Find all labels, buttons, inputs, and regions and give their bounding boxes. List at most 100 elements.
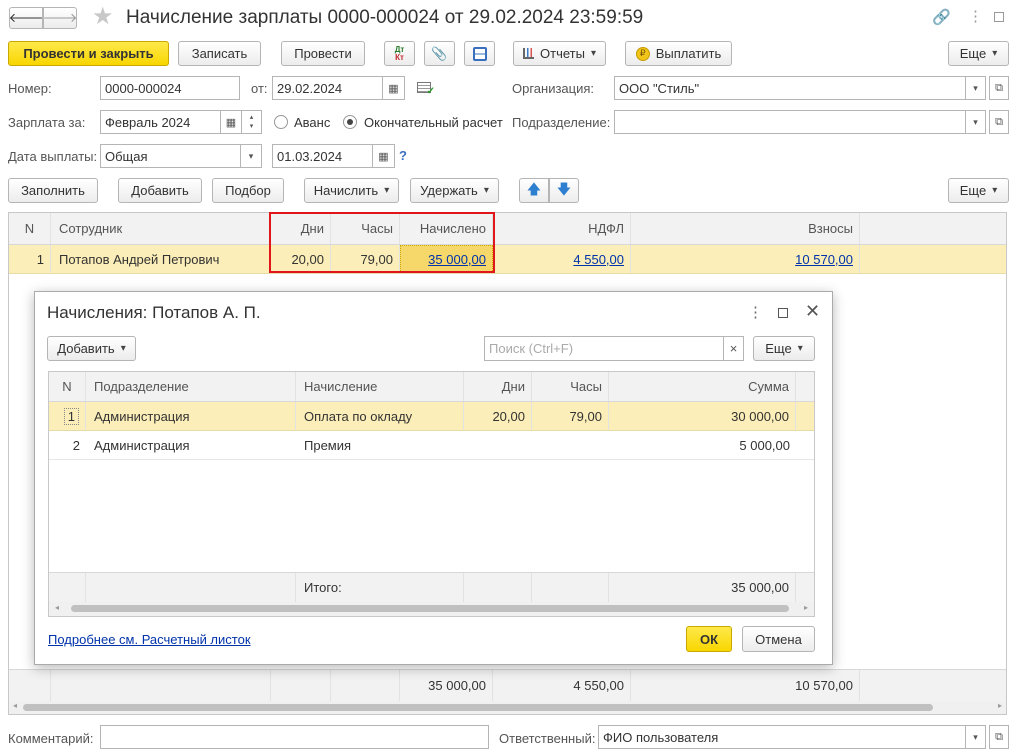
link-icon[interactable]: 🔗: [932, 8, 951, 26]
paydate-calendar-button[interactable]: ▦: [373, 144, 395, 168]
drow-hours[interactable]: 79,00: [532, 402, 609, 430]
drow-hours[interactable]: [532, 431, 609, 459]
responsible-dropdown[interactable]: ▾: [966, 725, 986, 749]
save-button[interactable]: Записать: [178, 41, 261, 66]
month-spinner[interactable]: ▴ ▾: [242, 110, 262, 134]
paytype-field[interactable]: Общая: [100, 144, 241, 168]
dcol-days[interactable]: Дни: [464, 372, 532, 401]
col-contrib[interactable]: Взносы: [631, 213, 860, 244]
ok-button[interactable]: ОК: [686, 626, 732, 652]
calendar-button[interactable]: ▦: [383, 76, 405, 100]
drow-dept[interactable]: Администрация: [86, 402, 296, 430]
month-field[interactable]: Февраль 2024: [100, 110, 221, 134]
col-employee[interactable]: Сотрудник: [51, 213, 271, 244]
dcol-sum[interactable]: Сумма: [609, 372, 796, 401]
add-button[interactable]: Добавить: [118, 178, 202, 203]
comment-field[interactable]: [100, 725, 489, 749]
organization-open[interactable]: ⧉: [989, 76, 1009, 100]
department-open[interactable]: ⧉: [989, 110, 1009, 134]
responsible-open[interactable]: ⧉: [989, 725, 1009, 749]
post-and-close-button[interactable]: Провести и закрыть: [8, 41, 169, 66]
month-calendar-button[interactable]: ▦: [221, 110, 242, 134]
row-accrued-link[interactable]: 35 000,00: [428, 252, 486, 267]
col-hours[interactable]: Часы: [331, 213, 400, 244]
drow-accrual[interactable]: Оплата по окладу: [296, 402, 464, 430]
table-scrollbar[interactable]: ◂ ▸: [9, 701, 1006, 714]
department-dropdown[interactable]: ▾: [966, 110, 986, 134]
dialog-search-clear[interactable]: ×: [723, 336, 744, 361]
forward-button[interactable]: 🡒: [43, 7, 77, 29]
move-up-button[interactable]: 🡅: [519, 178, 549, 203]
drow-sum[interactable]: 30 000,00: [609, 402, 796, 430]
final-radio[interactable]: [343, 115, 357, 129]
drow-accrual[interactable]: Премия: [296, 431, 464, 459]
move-down-button[interactable]: 🡇: [549, 178, 579, 203]
dialog-menu-icon[interactable]: ⋮: [748, 303, 763, 321]
row-hours[interactable]: 79,00: [331, 245, 400, 273]
structure-button[interactable]: [464, 41, 495, 66]
dialog-more-menu[interactable]: Еще: [753, 336, 815, 361]
cancel-button[interactable]: Отмена: [742, 626, 815, 652]
dfoot-total-label: Итого:: [296, 573, 464, 602]
dialog-search-input[interactable]: Поиск (Ctrl+F): [484, 336, 724, 361]
row-days[interactable]: 20,00: [271, 245, 331, 273]
row-ndfl-link[interactable]: 4 550,00: [573, 252, 624, 267]
payslip-link[interactable]: Подробнее см. Расчетный листок: [48, 632, 251, 647]
department-field[interactable]: [614, 110, 966, 134]
col-accrued[interactable]: Начислено: [400, 213, 493, 244]
dialog-maximize-icon[interactable]: [778, 308, 788, 318]
responsible-field[interactable]: ФИО пользователя: [598, 725, 966, 749]
dcol-hours[interactable]: Часы: [532, 372, 609, 401]
table-row[interactable]: 1 Потапов Андрей Петрович 20,00 79,00 35…: [9, 245, 1006, 274]
row-accrued-cell[interactable]: 35 000,00: [400, 245, 493, 273]
col-ndfl[interactable]: НДФЛ: [493, 213, 631, 244]
chevron-down-icon: ▾: [248, 150, 254, 161]
col-n[interactable]: N: [9, 213, 51, 244]
dialog-table-row[interactable]: 1 Администрация Оплата по окладу 20,00 7…: [49, 402, 814, 431]
footer-hours: [331, 670, 400, 701]
reports-menu[interactable]: Отчеты: [513, 41, 606, 66]
pay-button[interactable]: ₽ Выплатить: [625, 41, 732, 66]
attach-button[interactable]: 📎: [424, 41, 455, 66]
withhold-menu[interactable]: Удержать: [410, 178, 499, 203]
post-button[interactable]: Провести: [281, 41, 365, 66]
date-field[interactable]: 29.02.2024: [272, 76, 383, 100]
paydate-field[interactable]: 01.03.2024: [272, 144, 373, 168]
paytype-dropdown[interactable]: ▾: [241, 144, 262, 168]
scroll-thumb[interactable]: [23, 704, 933, 711]
menu-dots-icon[interactable]: ⋮: [968, 7, 983, 25]
back-button[interactable]: 🡐: [9, 7, 43, 29]
maximize-icon[interactable]: [994, 12, 1004, 22]
organization-field[interactable]: ООО "Стиль": [614, 76, 966, 100]
dialog-scroll-thumb[interactable]: [71, 605, 789, 612]
dialog-add-menu[interactable]: Добавить: [47, 336, 136, 361]
number-field[interactable]: 0000-000024: [100, 76, 240, 100]
dcol-n[interactable]: N: [49, 372, 86, 401]
advance-radio[interactable]: [274, 115, 288, 129]
organization-dropdown[interactable]: ▾: [966, 76, 986, 100]
dcol-accrual[interactable]: Начисление: [296, 372, 464, 401]
dialog-close-icon[interactable]: ✕: [805, 301, 820, 322]
more-menu-table[interactable]: Еще: [948, 178, 1009, 203]
dt-kt-button[interactable]: Дт Кт: [384, 41, 415, 66]
drow-days[interactable]: [464, 431, 532, 459]
select-button[interactable]: Подбор: [212, 178, 284, 203]
department-label: Подразделение:: [512, 115, 611, 130]
row-contrib-cell[interactable]: 10 570,00: [631, 245, 860, 273]
accrue-menu[interactable]: Начислить: [304, 178, 399, 203]
coin-icon: ₽: [635, 46, 650, 61]
more-menu-top[interactable]: Еще: [948, 41, 1009, 66]
dialog-table-row[interactable]: 2 Администрация Премия 5 000,00: [49, 431, 814, 460]
drow-dept[interactable]: Администрация: [86, 431, 296, 459]
fill-button[interactable]: Заполнить: [8, 178, 98, 203]
row-contrib-link[interactable]: 10 570,00: [795, 252, 853, 267]
dialog-scrollbar[interactable]: ◂ ▸: [49, 602, 814, 616]
row-ndfl-cell[interactable]: 4 550,00: [493, 245, 631, 273]
dcol-dept[interactable]: Подразделение: [86, 372, 296, 401]
row-employee[interactable]: Потапов Андрей Петрович: [51, 245, 271, 273]
drow-sum[interactable]: 5 000,00: [609, 431, 796, 459]
star-icon[interactable]: ★: [92, 5, 114, 29]
drow-days[interactable]: 20,00: [464, 402, 532, 430]
help-icon[interactable]: ?: [399, 148, 407, 163]
col-days[interactable]: Дни: [271, 213, 331, 244]
